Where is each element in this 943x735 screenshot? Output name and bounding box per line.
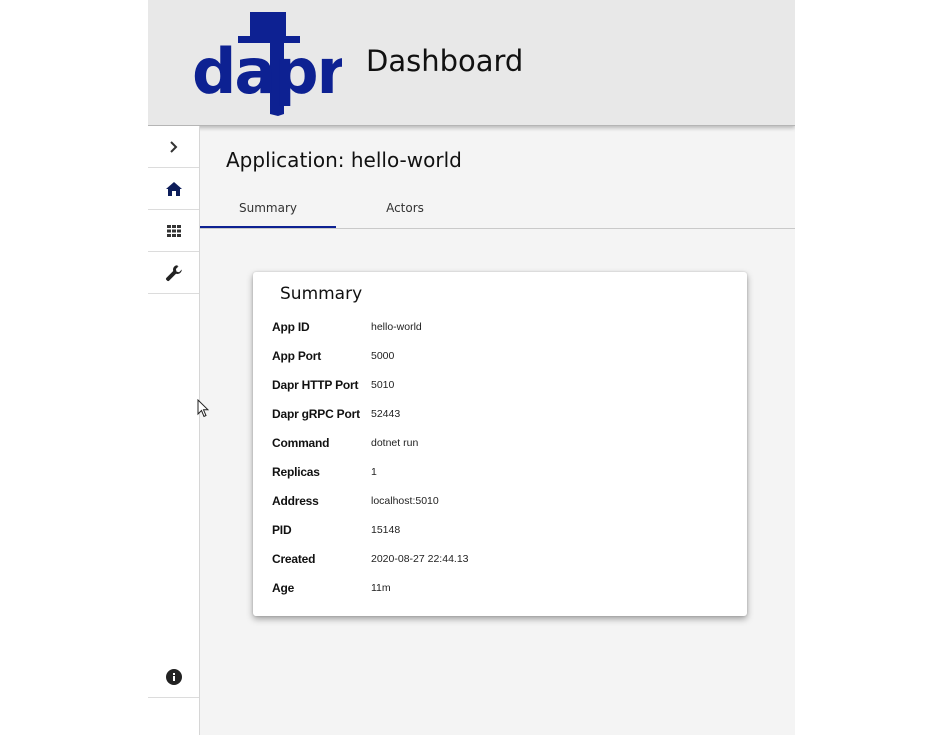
summary-value: 5000 xyxy=(371,350,395,362)
sidebar-item-about[interactable] xyxy=(148,656,199,698)
svg-text:dapr: dapr xyxy=(192,35,342,108)
grid-icon xyxy=(166,224,181,237)
tab-actors[interactable]: Actors xyxy=(337,196,473,227)
sidebar-expand-button[interactable] xyxy=(148,126,199,168)
tab-bar: Summary Actors xyxy=(200,196,795,229)
summary-value: localhost:5010 xyxy=(371,495,439,507)
summary-row-command: Command dotnet run xyxy=(272,436,732,456)
summary-row-dapr-http-port: Dapr HTTP Port 5010 xyxy=(272,378,732,398)
summary-row-address: Address localhost:5010 xyxy=(272,494,732,514)
summary-row-age: Age 11m xyxy=(272,581,732,601)
summary-value: hello-world xyxy=(371,321,422,333)
sidebar-item-home[interactable] xyxy=(148,168,199,210)
sidebar-item-apps[interactable] xyxy=(148,210,199,252)
summary-value: 5010 xyxy=(371,379,395,391)
summary-row-app-id: App ID hello-world xyxy=(272,320,732,340)
summary-card-title: Summary xyxy=(280,284,363,304)
summary-row-dapr-grpc-port: Dapr gRPC Port 52443 xyxy=(272,407,732,427)
summary-value: 1 xyxy=(371,466,377,478)
summary-card: Summary App ID hello-world App Port 5000… xyxy=(253,272,747,616)
sidebar-item-configuration[interactable] xyxy=(148,252,199,294)
wrench-icon xyxy=(165,264,182,281)
main-content: Application: hello-world Summary Actors … xyxy=(200,126,795,735)
summary-key: Age xyxy=(272,581,295,595)
summary-row-created: Created 2020-08-27 22:44.13 xyxy=(272,552,732,572)
dashboard-window: dapr Dashboard Application: hello-world … xyxy=(148,0,795,735)
app-header: dapr Dashboard xyxy=(148,0,795,126)
summary-value: 11m xyxy=(371,582,391,594)
mouse-pointer-icon xyxy=(197,399,209,418)
summary-key: Created xyxy=(272,552,316,566)
summary-key: App Port xyxy=(272,349,322,363)
summary-key: Command xyxy=(272,436,330,450)
chevron-right-icon xyxy=(169,140,177,153)
sidebar xyxy=(148,126,200,735)
summary-row-pid: PID 15148 xyxy=(272,523,732,543)
summary-row-app-port: App Port 5000 xyxy=(272,349,732,369)
summary-value: 15148 xyxy=(371,524,401,536)
summary-value: 2020-08-27 22:44.13 xyxy=(371,553,469,565)
summary-key: Dapr HTTP Port xyxy=(272,378,359,392)
summary-value: dotnet run xyxy=(371,437,419,449)
summary-row-replicas: Replicas 1 xyxy=(272,465,732,485)
home-icon xyxy=(165,181,182,196)
info-icon xyxy=(165,668,182,685)
summary-key: Address xyxy=(272,494,319,508)
summary-value: 52443 xyxy=(371,408,401,420)
summary-key: Replicas xyxy=(272,465,320,479)
summary-key: Dapr gRPC Port xyxy=(272,407,360,421)
tab-summary[interactable]: Summary xyxy=(200,196,336,228)
dashboard-title: Dashboard xyxy=(366,44,524,78)
summary-key: PID xyxy=(272,523,292,537)
dapr-logo: dapr xyxy=(192,12,342,116)
summary-key: App ID xyxy=(272,320,310,334)
page-title: Application: hello-world xyxy=(226,148,462,172)
